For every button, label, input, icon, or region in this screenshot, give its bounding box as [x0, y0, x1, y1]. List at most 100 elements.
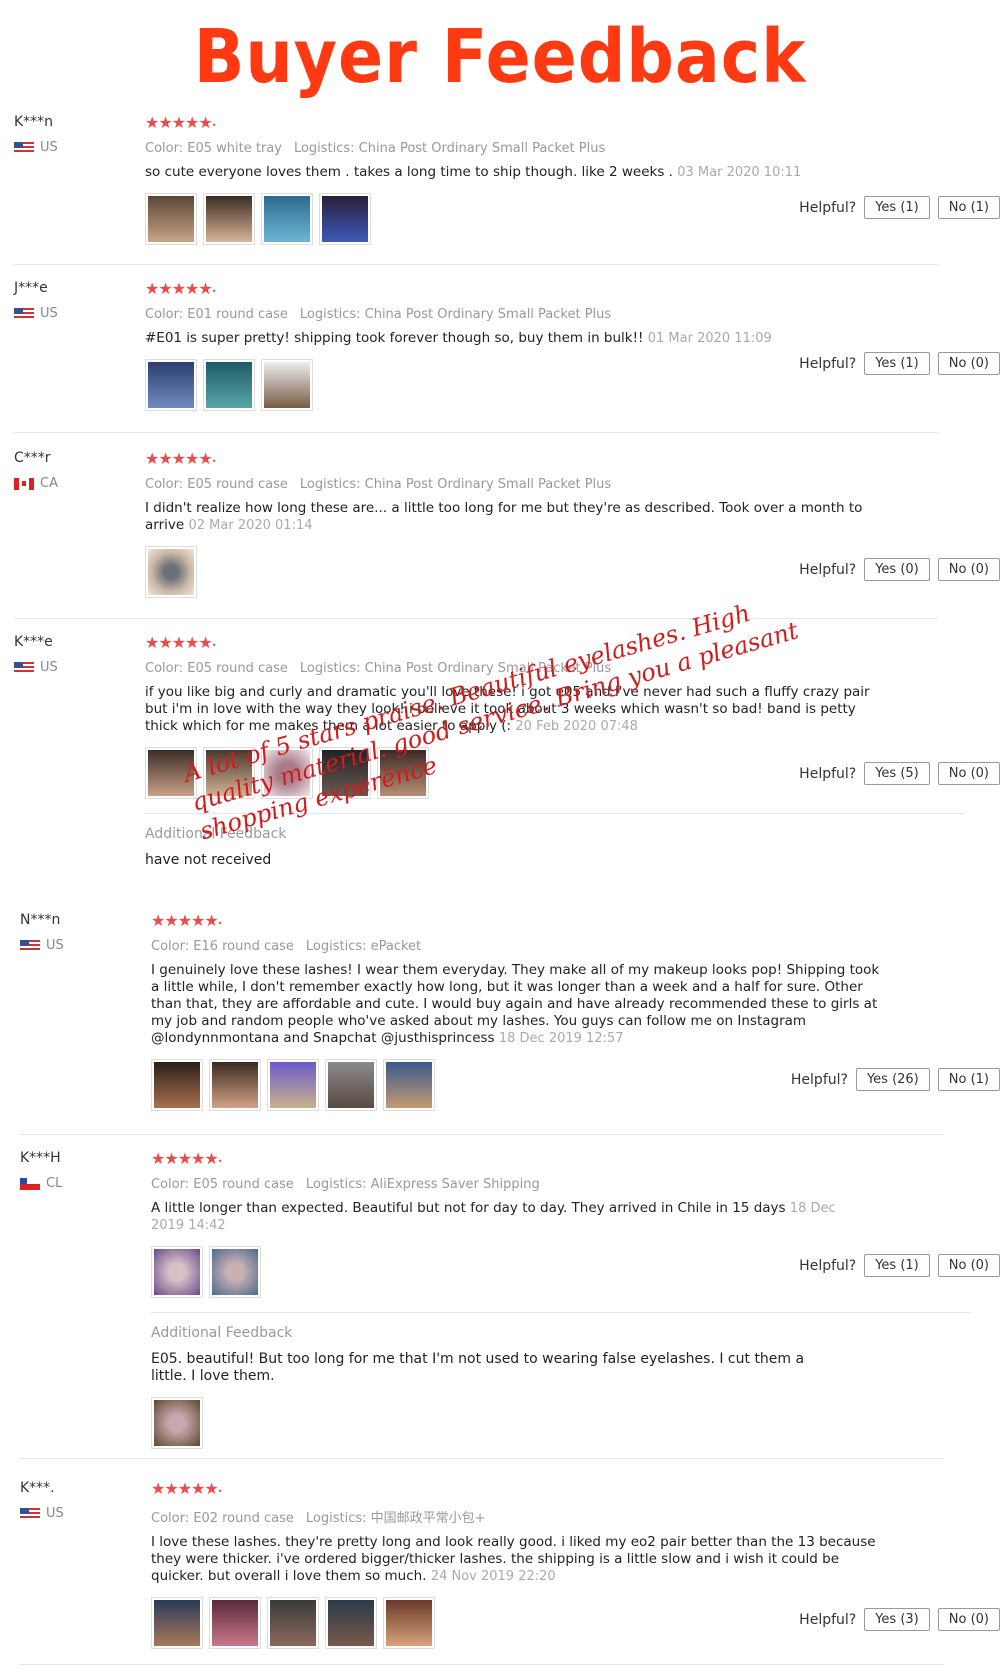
review-photo[interactable]: [151, 1397, 203, 1449]
reviewer-name: C***r: [14, 450, 51, 466]
helpful-yes-button[interactable]: Yes (5): [864, 762, 930, 785]
helpful-yes-button[interactable]: Yes (3): [864, 1608, 930, 1631]
reviewer-name: K***H: [20, 1150, 61, 1166]
reviewer-country: CL: [20, 1176, 62, 1191]
review-text: #E01 is super pretty! shipping took fore…: [145, 330, 865, 347]
review-body: A little longer than expected. Beautiful…: [151, 1200, 786, 1216]
review-photo[interactable]: [151, 1246, 203, 1298]
review-text: I love these lashes. they're pretty long…: [151, 1534, 891, 1585]
additional-feedback-text: E05. beautiful! But too long for me that…: [151, 1351, 805, 1384]
helpful-no-button[interactable]: No (0): [937, 1254, 1000, 1277]
review-photo[interactable]: [203, 359, 255, 411]
review-text: I didn't realize how long these are... a…: [145, 500, 905, 534]
star-rating: ★★★★★•: [145, 279, 216, 298]
reviewer-country: CA: [14, 476, 58, 491]
helpful-yes-button[interactable]: Yes (1): [864, 352, 930, 375]
helpful-yes-button[interactable]: Yes (0): [864, 558, 930, 581]
review-photo[interactable]: [267, 1059, 319, 1111]
review-photo[interactable]: [261, 359, 313, 411]
country-code: US: [46, 938, 64, 953]
helpful-no-button[interactable]: No (1): [937, 1068, 1000, 1091]
helpful-label: Helpful?: [799, 561, 857, 578]
review-photo[interactable]: [151, 1597, 203, 1649]
helpful-no-button[interactable]: No (1): [937, 196, 1000, 219]
color-variant: Color: E01 round case: [145, 307, 288, 322]
helpful-label: Helpful?: [799, 355, 857, 372]
divider: [151, 1312, 971, 1313]
review-photo[interactable]: [267, 1597, 319, 1649]
divider: [20, 1134, 944, 1135]
country-code: US: [46, 1506, 64, 1521]
reviewer-country: US: [20, 1506, 64, 1521]
logistics-info: Logistics: AliExpress Saver Shipping: [305, 1177, 540, 1192]
helpful-label: Helpful?: [799, 1611, 857, 1628]
country-code: CL: [46, 1176, 63, 1191]
reviewer-country: US: [14, 660, 58, 675]
helpful-yes-button[interactable]: Yes (1): [864, 1254, 930, 1277]
reviewer-country: US: [14, 140, 58, 155]
additional-feedback-label: Additional Feedback: [151, 1325, 293, 1341]
color-variant: Color: E02 round case: [151, 1511, 294, 1526]
helpful-yes-button[interactable]: Yes (1): [864, 196, 930, 219]
helpful-no-button[interactable]: No (0): [937, 352, 1000, 375]
review-photo[interactable]: [145, 546, 197, 598]
divider: [14, 432, 938, 433]
helpful-no-button[interactable]: No (0): [937, 1608, 1000, 1631]
star-rating: ★★★★★•: [151, 1149, 222, 1168]
review-photo[interactable]: [151, 1059, 203, 1111]
helpful-label: Helpful?: [790, 1071, 848, 1088]
additional-feedback-text: have not received: [145, 852, 272, 868]
review-photo[interactable]: [203, 193, 255, 245]
review-photo[interactable]: [325, 1597, 377, 1649]
country-code: US: [40, 140, 58, 155]
star-rating: ★★★★★•: [151, 1479, 222, 1498]
reviewer-country: US: [14, 306, 58, 321]
reviewer-name: J***e: [14, 280, 48, 296]
divider: [20, 1458, 944, 1459]
page-title: Buyer Feedback: [193, 14, 807, 100]
review-photo[interactable]: [383, 1597, 435, 1649]
review-text: I genuinely love these lashes! I wear th…: [151, 962, 881, 1047]
color-variant: Color: E05 round case: [145, 477, 288, 492]
review-date: 18 Dec 2019 12:57: [498, 1031, 624, 1046]
flag-icon: [14, 141, 34, 154]
flag-icon: [20, 1507, 40, 1520]
review-photo[interactable]: [145, 359, 197, 411]
reviewer-name: K***.: [20, 1480, 55, 1496]
helpful-label: Helpful?: [799, 765, 857, 782]
review-date: 03 Mar 2020 10:11: [677, 165, 802, 180]
helpful-no-button[interactable]: No (0): [937, 558, 1000, 581]
color-variant: Color: E16 round case: [151, 939, 294, 954]
helpful-no-button[interactable]: No (0): [937, 762, 1000, 785]
flag-icon: [14, 477, 34, 490]
flag-icon: [14, 307, 34, 320]
logistics-info: Logistics: China Post Ordinary Small Pac…: [299, 307, 612, 322]
country-code: US: [40, 306, 58, 321]
review-date: 01 Mar 2020 11:09: [647, 331, 772, 346]
divider: [20, 1664, 944, 1665]
logistics-info: Logistics: ePacket: [305, 939, 422, 954]
flag-icon: [20, 939, 40, 952]
star-rating: ★★★★★•: [151, 911, 222, 930]
reviewer-country: US: [20, 938, 64, 953]
star-rating: ★★★★★•: [145, 449, 216, 468]
reviewer-name: K***e: [14, 634, 53, 650]
review-text: A little longer than expected. Beautiful…: [151, 1200, 871, 1234]
divider: [14, 264, 938, 265]
reviewer-name: K***n: [14, 114, 54, 130]
review-photo[interactable]: [261, 193, 313, 245]
review-date: 24 Nov 2019 22:20: [430, 1569, 556, 1584]
review-photo[interactable]: [209, 1246, 261, 1298]
review-photo[interactable]: [209, 1059, 261, 1111]
review-photo[interactable]: [319, 193, 371, 245]
color-variant: Color: E05 white tray: [145, 141, 282, 156]
review-photo[interactable]: [209, 1597, 261, 1649]
review-photo[interactable]: [383, 1059, 435, 1111]
helpful-label: Helpful?: [799, 1257, 857, 1274]
review-photo[interactable]: [145, 193, 197, 245]
helpful-yes-button[interactable]: Yes (26): [855, 1068, 930, 1091]
review-photo[interactable]: [325, 1059, 377, 1111]
color-variant: Color: E05 round case: [145, 661, 288, 676]
flag-icon: [14, 661, 34, 674]
logistics-info: Logistics: China Post Ordinary Small Pac…: [299, 477, 612, 492]
